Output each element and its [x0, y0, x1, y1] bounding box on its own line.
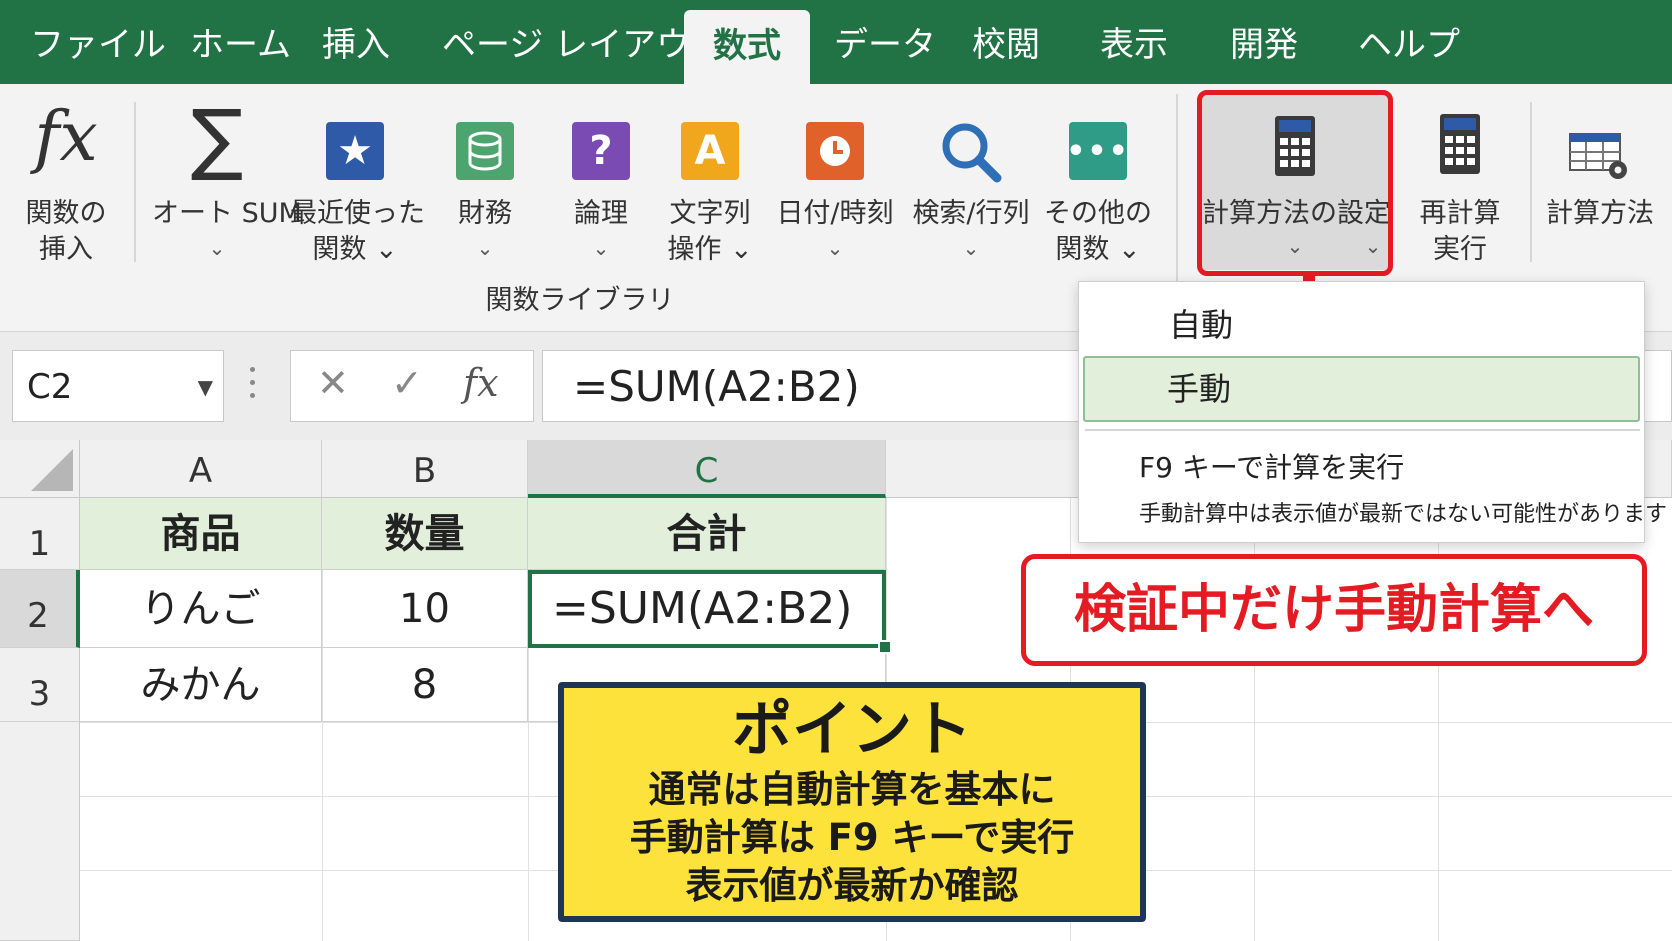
- insert-function-button[interactable]: fx 関数の 挿入: [14, 98, 118, 268]
- calculator-icon: [1438, 112, 1482, 180]
- column-header-c[interactable]: C: [528, 440, 886, 498]
- chevron-down-icon: ⌄: [592, 236, 610, 260]
- chevron-down-icon: ⌄: [962, 236, 980, 260]
- more-label-2: 関数 ⌄: [1055, 234, 1141, 265]
- active-cell-c2[interactable]: =SUM(A2:B2): [528, 570, 886, 648]
- column-header-b[interactable]: B: [322, 440, 528, 498]
- calculate-now-label-1: 再計算: [1419, 198, 1501, 229]
- enter-check-icon[interactable]: ✓: [391, 361, 423, 405]
- name-box-value: C2: [27, 367, 73, 407]
- table-gear-icon: [1568, 132, 1632, 186]
- text-label-2: 操作 ⌄: [667, 234, 753, 265]
- point-title: ポイント: [732, 695, 972, 765]
- tab-home[interactable]: ホーム: [190, 0, 291, 84]
- tab-file[interactable]: ファイル: [30, 0, 166, 84]
- recent-functions-button[interactable]: ★ 最近使った 関数 ⌄: [290, 98, 425, 268]
- tab-help[interactable]: ヘルプ: [1358, 0, 1460, 84]
- coins-icon: [456, 122, 514, 180]
- calculate-now-button[interactable]: 再計算 実行: [1400, 98, 1520, 268]
- point-line-2: 手動計算は F9 キーで実行: [629, 816, 1075, 859]
- calculation-method-label: 計算方法: [1546, 198, 1654, 229]
- magnifier-icon: [939, 120, 1003, 188]
- cell-a1[interactable]: 商品: [80, 498, 322, 570]
- tab-data[interactable]: データ: [834, 0, 936, 84]
- menu-note: 手動計算中は表示値が最新ではない可能性があります: [1139, 502, 1668, 527]
- more-label-1: その他の: [1044, 198, 1152, 229]
- cancel-icon[interactable]: ✕: [317, 361, 349, 405]
- cell-b3[interactable]: 8: [322, 648, 528, 722]
- cell-b1[interactable]: 数量: [322, 498, 528, 570]
- menu-separator: [1085, 429, 1640, 431]
- recent-label-1: 最近使った: [290, 198, 425, 229]
- tab-review[interactable]: 校閲: [972, 0, 1040, 84]
- ribbon-tab-bar: ファイル ホーム 挿入 ページ レイアウト 数式 データ 校閲 表示 開発 ヘル…: [0, 0, 1672, 84]
- cell-a2[interactable]: りんご: [80, 570, 322, 648]
- fill-handle[interactable]: [878, 640, 892, 654]
- vertical-dots-icon[interactable]: [250, 367, 256, 403]
- lookup-label: 検索/行列: [912, 198, 1030, 229]
- tab-formulas[interactable]: 数式: [684, 10, 810, 84]
- manual-calc-callout: 検証中だけ手動計算へ: [1021, 554, 1647, 666]
- letter-a-icon: A: [681, 122, 739, 180]
- tab-page-layout[interactable]: ページ レイアウト: [442, 0, 724, 84]
- ribbon-separator: [1530, 102, 1532, 262]
- highlight-box: [1197, 90, 1393, 276]
- lookup-button[interactable]: 検索/行列 ⌄: [906, 98, 1036, 268]
- question-icon: ?: [572, 122, 630, 180]
- cell-c1[interactable]: 合計: [528, 498, 886, 570]
- select-all-corner[interactable]: [0, 440, 80, 498]
- autosum-button[interactable]: ∑ オート SUM ⌄: [152, 94, 302, 268]
- tab-insert[interactable]: 挿入: [322, 0, 390, 84]
- point-line-3: 表示値が最新か確認: [685, 864, 1019, 907]
- name-box[interactable]: C2 ▼: [12, 350, 224, 422]
- point-box: ポイント 通常は自動計算を基本に 手動計算は F9 キーで実行 表示値が最新か確…: [558, 682, 1146, 922]
- fx-icon: fx: [34, 98, 98, 177]
- datetime-button[interactable]: 日付/時刻 ⌄: [770, 98, 900, 268]
- menu-item-manual[interactable]: 手動: [1083, 356, 1640, 422]
- insert-function-label-1: 関数の: [25, 198, 107, 229]
- menu-item-f9[interactable]: F9 キーで計算を実行: [1139, 446, 1404, 486]
- calculation-method-button[interactable]: 計算方法: [1536, 98, 1664, 268]
- chevron-down-icon: ⌄: [826, 236, 844, 260]
- ribbon-separator: [134, 102, 136, 262]
- row-header-empty: [0, 722, 80, 941]
- row-header-2[interactable]: 2: [0, 570, 80, 648]
- column-header-a[interactable]: A: [80, 440, 322, 498]
- insert-function-label-2: 挿入: [39, 234, 93, 265]
- cell-a3[interactable]: みかん: [80, 648, 322, 722]
- star-icon: ★: [326, 122, 384, 180]
- formula-controls: ✕ ✓ fx: [290, 350, 534, 422]
- more-functions-button[interactable]: ••• その他の 関数 ⌄: [1040, 98, 1156, 268]
- calculate-now-label-2: 実行: [1433, 234, 1487, 265]
- menu-item-automatic[interactable]: 自動: [1169, 300, 1233, 346]
- financial-label: 財務: [458, 198, 512, 229]
- datetime-label: 日付/時刻: [776, 198, 894, 229]
- clock-icon: [806, 122, 864, 180]
- row-header-3[interactable]: 3: [0, 648, 80, 722]
- more-icon: •••: [1066, 122, 1128, 180]
- tab-developer[interactable]: 開発: [1230, 0, 1298, 84]
- cell-b2[interactable]: 10: [322, 570, 528, 648]
- text-label-1: 文字列: [669, 198, 751, 229]
- function-library-group-label: 関数ライブラリ: [485, 285, 675, 316]
- sigma-icon: ∑: [190, 94, 244, 184]
- row-header-1[interactable]: 1: [0, 498, 80, 570]
- logical-label: 論理: [574, 198, 628, 229]
- fx-icon[interactable]: fx: [463, 361, 499, 405]
- text-functions-button[interactable]: A 文字列 操作 ⌄: [652, 98, 768, 268]
- logical-button[interactable]: ? 論理 ⌄: [548, 98, 654, 268]
- financial-button[interactable]: 財務 ⌄: [430, 98, 540, 268]
- chevron-down-icon: ⌄: [476, 236, 494, 260]
- dropdown-arrow-icon[interactable]: ▼: [198, 351, 213, 423]
- point-line-1: 通常は自動計算を基本に: [648, 768, 1056, 811]
- chevron-down-icon: ⌄: [208, 236, 226, 260]
- autosum-label: オート SUM: [152, 198, 302, 229]
- recent-label-2: 関数 ⌄: [312, 234, 398, 265]
- calculation-options-menu: 自動 手動 F9 キーで計算を実行 手動計算中は表示値が最新ではない可能性があり…: [1078, 281, 1667, 543]
- tab-view[interactable]: 表示: [1100, 0, 1168, 84]
